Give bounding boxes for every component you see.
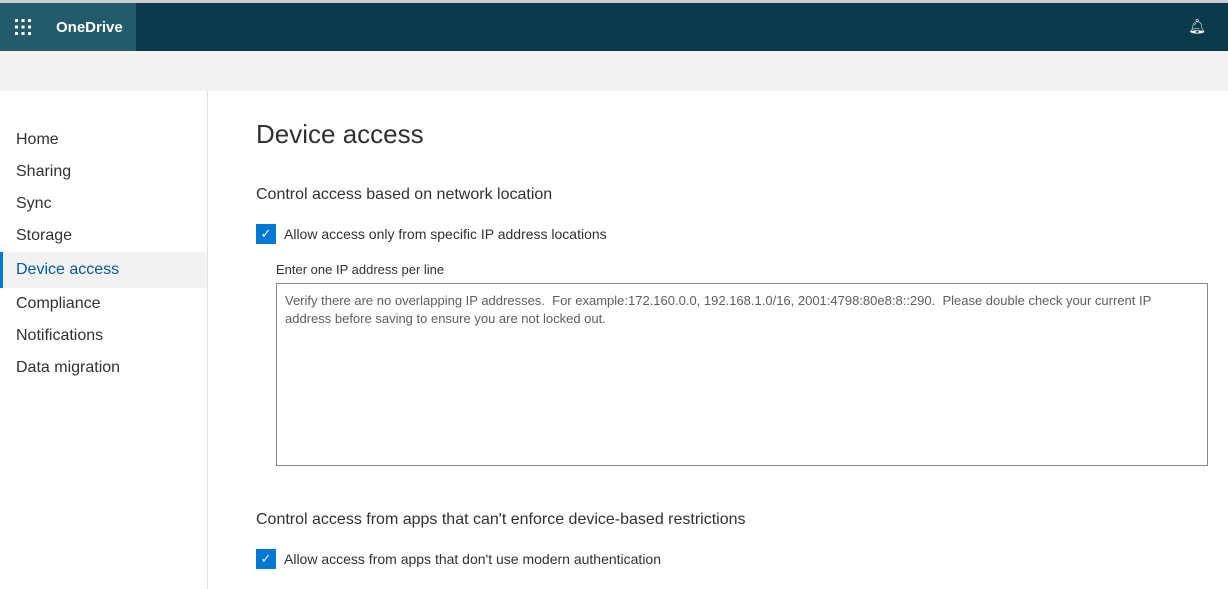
checkmark-icon[interactable]: ✓ — [256, 224, 276, 244]
waffle-icon[interactable] — [0, 18, 46, 36]
command-bar — [0, 51, 1228, 91]
sidebar-item-sharing[interactable]: Sharing — [0, 156, 207, 188]
app-name[interactable]: OneDrive — [56, 19, 123, 36]
sidebar-item-compliance[interactable]: Compliance — [0, 288, 207, 320]
brand: OneDrive — [0, 3, 136, 51]
sidebar-item-home[interactable]: Home — [0, 124, 207, 156]
sidebar-item-sync[interactable]: Sync — [0, 188, 207, 220]
sidebar-item-device-access[interactable]: Device access — [0, 252, 207, 288]
top-bar: OneDrive 🔔︎ — [0, 0, 1228, 51]
legacy-auth-checkbox[interactable]: ✓ Allow access from apps that don't use m… — [256, 549, 1208, 569]
sidebar-item-notifications[interactable]: Notifications — [0, 320, 207, 352]
bell-icon[interactable]: 🔔︎ — [1188, 18, 1206, 35]
network-location-heading: Control access based on network location — [256, 186, 553, 203]
sidebar-item-storage[interactable]: Storage — [0, 220, 207, 252]
page-title: Device access — [256, 119, 424, 149]
ip-address-input[interactable] — [276, 283, 1208, 466]
checkbox-label: Allow access only from specific IP addre… — [284, 226, 607, 242]
ip-field-label: Enter one IP address per line — [276, 262, 445, 277]
ip-restriction-checkbox[interactable]: ✓ Allow access only from specific IP addr… — [256, 224, 1208, 244]
checkbox-label: Allow access from apps that don't use mo… — [284, 551, 661, 567]
checkmark-icon[interactable]: ✓ — [256, 549, 276, 569]
sidebar-item-data-migration[interactable]: Data migration — [0, 352, 207, 384]
main-content: Device access Control access based on ne… — [208, 91, 1208, 589]
sidebar: Home Sharing Sync Storage Device access … — [0, 91, 208, 589]
apps-restriction-heading: Control access from apps that can't enfo… — [256, 511, 746, 528]
